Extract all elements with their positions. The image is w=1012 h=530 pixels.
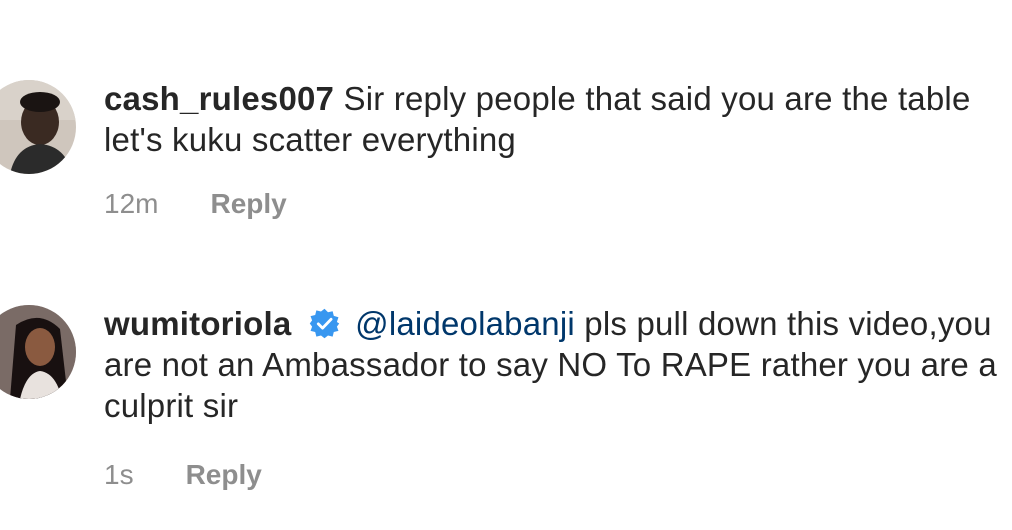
reply-button[interactable]: Reply (210, 188, 286, 220)
comment-meta: 12m Reply (104, 188, 287, 220)
comment-meta: 1s Reply (104, 459, 262, 491)
avatar[interactable] (0, 80, 76, 174)
comment-username[interactable]: wumitoriola (104, 305, 291, 342)
comment-body: cash_rules007 Sir reply people that said… (104, 78, 1004, 160)
comment-timestamp: 12m (104, 188, 159, 219)
comment-username[interactable]: cash_rules007 (104, 80, 334, 117)
avatar-photo (0, 305, 76, 399)
reply-button[interactable]: Reply (186, 459, 262, 491)
comment-body: wumitoriola @laideolabanji pls pull down… (104, 303, 1004, 426)
verified-badge-icon (309, 307, 340, 339)
comment-timestamp: 1s (104, 459, 134, 490)
avatar[interactable] (0, 305, 76, 399)
comment-mention-link[interactable]: @laideolabanji (355, 305, 575, 342)
avatar-photo (0, 80, 76, 174)
